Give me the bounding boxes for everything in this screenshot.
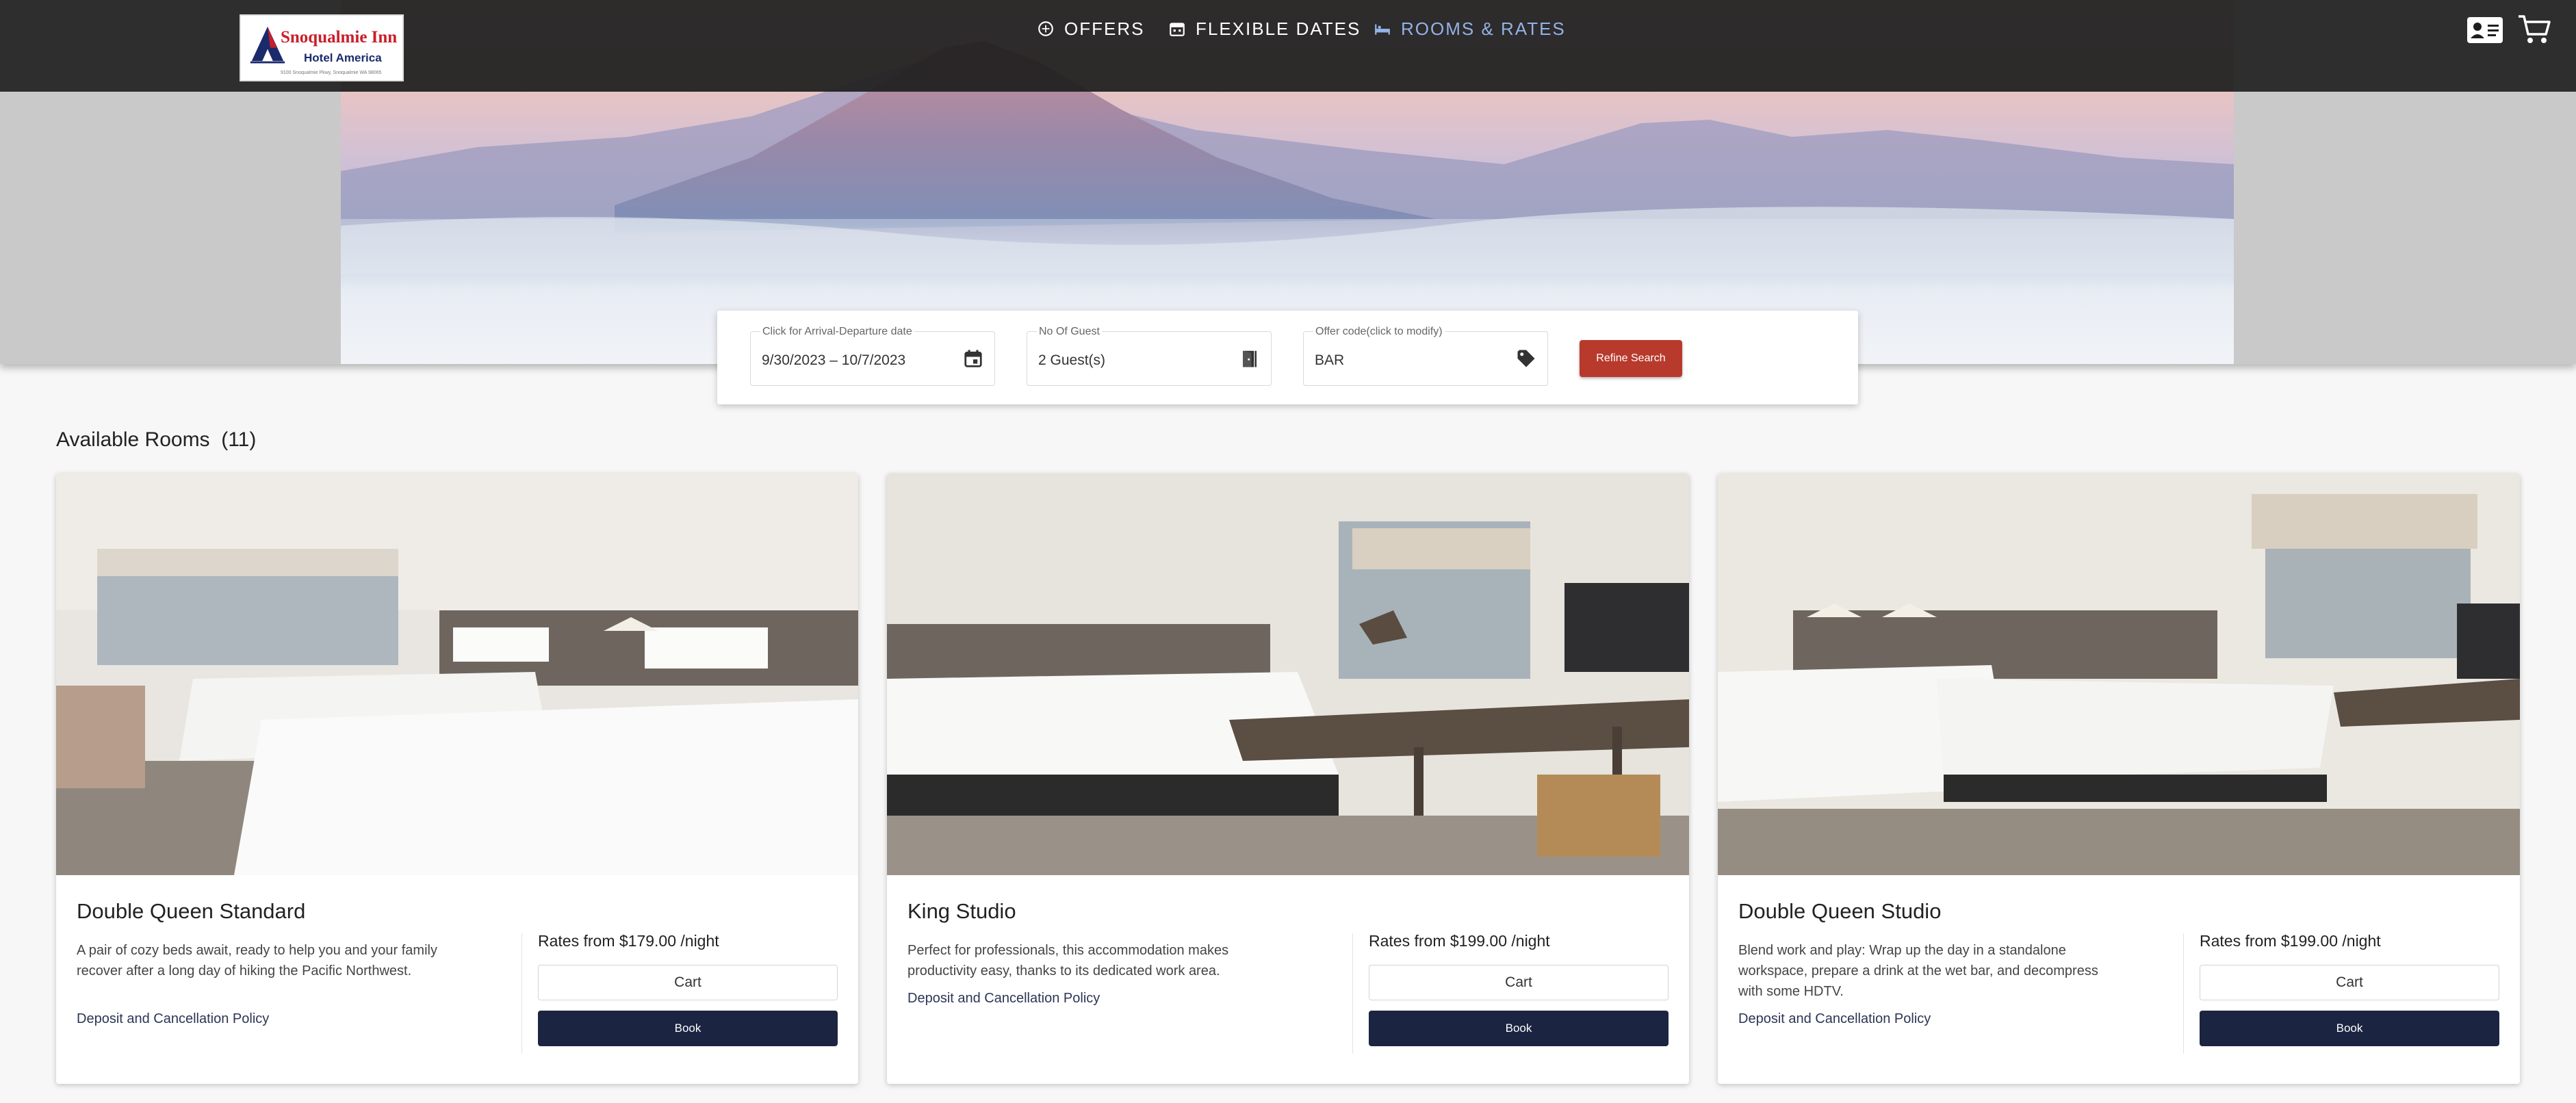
room-card: Double Queen Standard A pair of cozy bed… [56,473,858,1084]
date-range-field[interactable]: Click for Arrival-Departure date 9/30/20… [750,326,995,386]
room-description: A pair of cozy beds await, ready to help… [77,943,437,978]
room-rate: Rates from $179.00 /night [538,932,719,950]
logo-name: Snoqualmie Inn [281,28,398,47]
add-to-cart-button[interactable]: Cart [1369,965,1669,1000]
guests-value: 2 Guest(s) [1038,352,1106,368]
book-button[interactable]: Book [1369,1011,1669,1046]
calendar-icon[interactable] [963,348,983,369]
nav-flexible-dates[interactable]: FLEXIBLE DATES [1168,16,1361,41]
deposit-policy-link[interactable]: Deposit and Cancellation Policy [1738,1011,1931,1027]
room-description: Perfect for professionals, this accommod… [907,943,1229,978]
nav-rooms-rates[interactable]: ROOMS & RATES [1374,16,1566,41]
nav-rooms-rates-label: ROOMS & RATES [1401,18,1566,39]
available-rooms-heading: Available Rooms (11) [56,428,256,452]
offers-icon [1038,21,1053,36]
add-to-cart-button[interactable]: Cart [2200,965,2499,1000]
deposit-policy-link[interactable]: Deposit and Cancellation Policy [907,991,1100,1007]
book-button[interactable]: Book [2200,1011,2499,1046]
cart-icon[interactable] [2517,14,2551,45]
room-card: King Studio Perfect for professionals, t… [887,473,1689,1084]
room-name: King Studio [907,899,1016,923]
hotel-logo[interactable]: Snoqualmie Inn Hotel America 9100 Snoqua… [240,14,404,81]
nav-offers-label: OFFERS [1064,18,1145,39]
room-rate: Rates from $199.00 /night [1369,932,1550,950]
room-name: Double Queen Standard [77,899,306,923]
bed-icon [1375,24,1390,35]
deposit-policy-link[interactable]: Deposit and Cancellation Policy [77,1011,269,1027]
calendar-icon [1170,23,1185,36]
contact-card-icon[interactable] [2466,16,2503,44]
room-name: Double Queen Studio [1738,899,1942,923]
door-icon[interactable] [1239,348,1260,369]
room-photo[interactable] [1718,473,2520,875]
logo-address: 9100 Snoqualmie Pkwy, Snoqualmie WA 9806… [281,70,382,75]
room-description: Blend work and play: Wrap up the day in … [1738,943,2098,999]
guests-field[interactable]: No Of Guest 2 Guest(s) [1027,326,1272,386]
offer-code-label: Offer code(click to modify) [1313,326,1445,338]
top-navigation-bar: Snoqualmie Inn Hotel America 9100 Snoqua… [0,0,2576,92]
tag-icon[interactable] [1516,348,1536,369]
search-panel: Click for Arrival-Departure date 9/30/20… [717,311,1858,404]
guests-label: No Of Guest [1037,326,1102,338]
available-rooms-label: Available Rooms [56,428,210,451]
offer-code-value: BAR [1315,352,1345,368]
book-button[interactable]: Book [538,1011,838,1046]
date-range-value: 9/30/2023 – 10/7/2023 [762,352,906,368]
refine-search-button[interactable]: Refine Search [1580,340,1682,377]
room-card: Double Queen Studio Blend work and play:… [1718,473,2520,1084]
date-range-label: Click for Arrival-Departure date [760,326,914,338]
card-divider [2183,933,2184,1054]
nav-flexible-dates-label: FLEXIBLE DATES [1196,18,1361,39]
room-rate: Rates from $199.00 /night [2200,932,2381,950]
offer-code-field[interactable]: Offer code(click to modify) BAR [1303,326,1548,386]
available-rooms-count: (11) [221,428,257,451]
card-divider [521,933,522,1054]
logo-subtitle: Hotel America [304,51,382,64]
room-photo[interactable] [56,473,858,875]
card-divider [1352,933,1353,1054]
add-to-cart-button[interactable]: Cart [538,965,838,1000]
room-photo[interactable] [887,473,1689,875]
nav-offers[interactable]: OFFERS [1037,16,1144,41]
